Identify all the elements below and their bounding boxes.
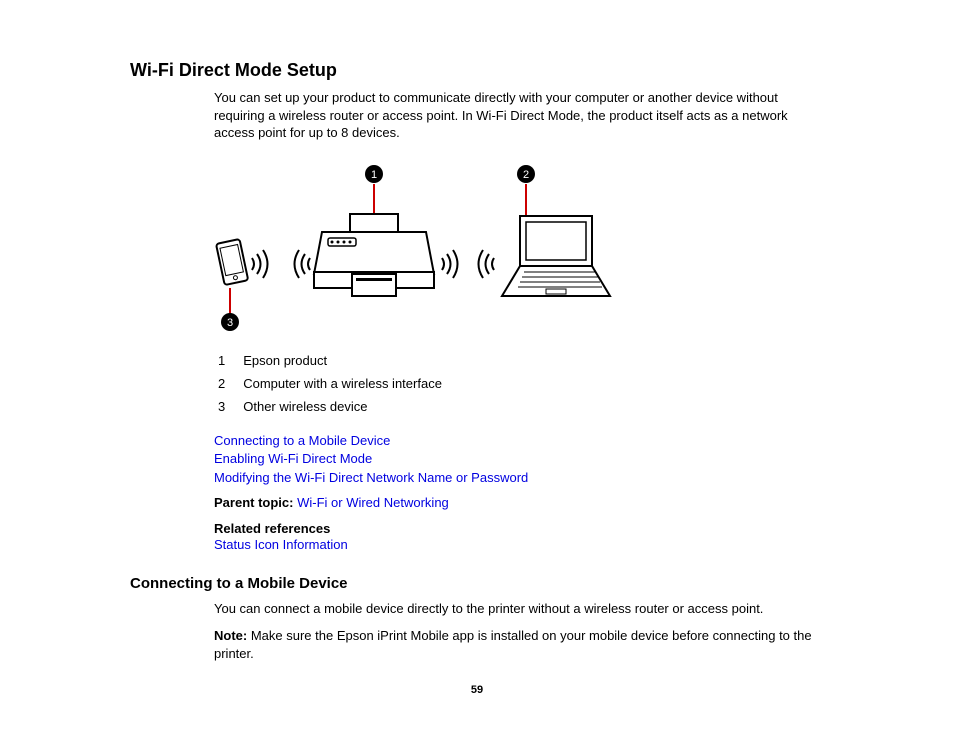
intro-paragraph: You can set up your product to communica…: [214, 89, 824, 142]
related-refs-link[interactable]: Status Icon Information: [214, 536, 348, 555]
laptop-icon: [502, 216, 610, 296]
note-paragraph: Note: Make sure the Epson iPrint Mobile …: [214, 627, 824, 662]
child-links: Connecting to a Mobile Device Enabling W…: [214, 432, 824, 489]
link-connecting-mobile[interactable]: Connecting to a Mobile Device: [214, 432, 390, 451]
wifi-arcs-icon: [479, 250, 495, 278]
link-modifying-name-password[interactable]: Modifying the Wi-Fi Direct Network Name …: [214, 469, 528, 488]
printer-icon: [314, 214, 434, 296]
legend-text: Other wireless device: [243, 395, 452, 418]
legend-row: 2 Computer with a wireless interface: [214, 372, 452, 395]
legend-text: Epson product: [243, 349, 452, 372]
legend-num: 2: [214, 372, 243, 395]
parent-topic-link[interactable]: Wi-Fi or Wired Networking: [297, 494, 449, 513]
wifi-direct-diagram: 1 2 3: [214, 156, 644, 331]
wifi-arcs-icon: [252, 250, 268, 278]
note-text: Make sure the Epson iPrint Mobile app is…: [214, 628, 812, 661]
phone-icon: [216, 239, 248, 285]
legend-num: 1: [214, 349, 243, 372]
legend-row: 3 Other wireless device: [214, 395, 452, 418]
note-label: Note:: [214, 628, 247, 643]
callout-1: 1: [371, 169, 377, 181]
page-heading: Wi-Fi Direct Mode Setup: [130, 60, 824, 81]
section-heading-connecting: Connecting to a Mobile Device: [130, 575, 824, 592]
legend-text: Computer with a wireless interface: [243, 372, 452, 395]
link-enabling-wifi-direct[interactable]: Enabling Wi-Fi Direct Mode: [214, 450, 372, 469]
parent-topic: Parent topic: Wi-Fi or Wired Networking: [214, 494, 824, 513]
parent-topic-label: Parent topic:: [214, 495, 293, 510]
section2-paragraph: You can connect a mobile device directly…: [214, 600, 824, 618]
related-references: Related references Status Icon Informati…: [214, 521, 824, 555]
related-refs-label: Related references: [214, 521, 824, 536]
callout-3: 3: [227, 317, 233, 329]
legend-row: 1 Epson product: [214, 349, 452, 372]
legend-num: 3: [214, 395, 243, 418]
callout-2: 2: [523, 169, 529, 181]
legend-table: 1 Epson product 2 Computer with a wirele…: [214, 349, 452, 418]
wifi-arcs-icon: [442, 250, 458, 278]
page-number: 59: [0, 684, 954, 696]
wifi-arcs-icon: [295, 250, 311, 278]
